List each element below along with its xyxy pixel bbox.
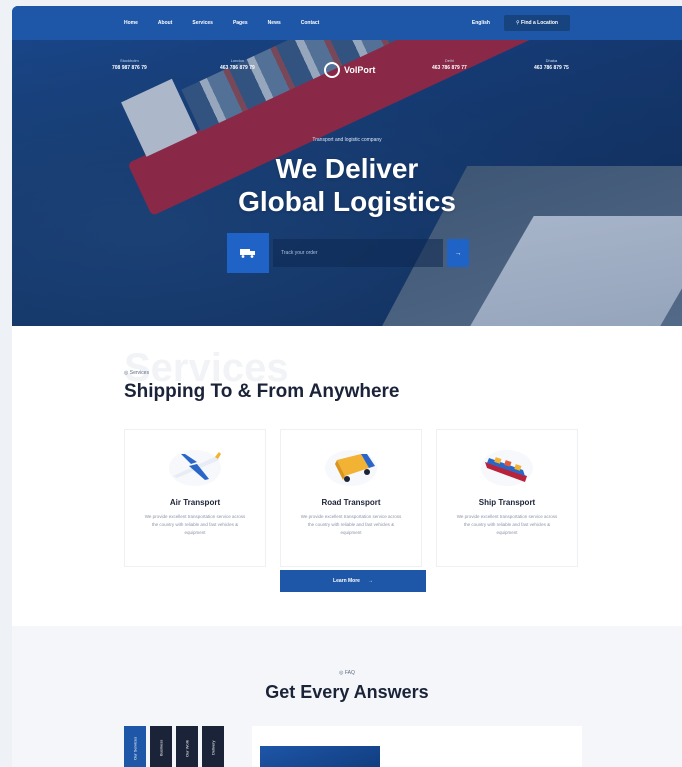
hero-section: Home About Services Pages News Contact E… (12, 6, 682, 326)
tab-delivery[interactable]: Delivery (202, 726, 224, 767)
services-tag-label: Services (129, 370, 149, 376)
contact-number[interactable]: 708 987 876 79 (112, 65, 147, 71)
contact-london: London 463 786 879 79 (220, 58, 255, 71)
contact-dhaka: Dhaka 463 786 879 75 (534, 58, 569, 71)
nav-item-pages[interactable]: Pages (233, 20, 248, 26)
service-card-title: Ship Transport (478, 498, 536, 507)
contact-number[interactable]: 463 786 879 79 (220, 65, 255, 71)
services-section: Services ◎ Services Shipping To & From A… (12, 326, 682, 626)
service-card-ship[interactable]: Ship Transport We provide excellent tran… (436, 429, 578, 567)
contact-stockholm: Stockholm 708 987 876 79 (112, 58, 147, 71)
truck-icon (240, 249, 255, 258)
service-card-road[interactable]: Road Transport We provide excellent tran… (280, 429, 422, 567)
contact-label: Stockholm (120, 58, 139, 63)
faq-panel-image (260, 746, 380, 767)
faq-section: ◎ FAQ Get Every Answers Our Services Bus… (12, 626, 682, 767)
contact-delhi: Delhi 463 786 879 77 (432, 58, 467, 71)
nav-item-home[interactable]: Home (124, 20, 138, 26)
service-card-desc: We provide excellent transportation serv… (300, 514, 402, 535)
language-selector[interactable]: English (472, 20, 490, 26)
logo-name: VolPort (344, 65, 376, 75)
hero-eyebrow: Transport and logistic company (312, 137, 382, 143)
contact-number[interactable]: 463 786 879 77 (432, 65, 467, 71)
faq-title: Get Every Answers (265, 682, 429, 702)
nav-menu: Home About Services Pages News Contact (124, 20, 319, 26)
service-card-air[interactable]: Air Transport We provide excellent trans… (124, 429, 266, 567)
tab-our-services[interactable]: Our Services (124, 726, 146, 767)
page-frame: Home About Services Pages News Contact E… (12, 6, 682, 767)
track-submit-button[interactable]: → (447, 239, 469, 267)
faq-tag-label: FAQ (344, 670, 355, 676)
tab-business[interactable]: Business (150, 726, 172, 767)
find-location-button[interactable]: ⚲ Find a Location (503, 15, 570, 31)
faq-tag: ◎ FAQ (12, 670, 682, 676)
truck-illustration-icon (321, 446, 381, 488)
service-card-title: Road Transport (321, 498, 381, 507)
faq-tabs: Our Services Business Our Work Delivery (124, 726, 224, 767)
contact-label: London (230, 58, 245, 63)
track-order-input[interactable]: Track your order (273, 239, 443, 267)
contact-label: Dhaka (545, 58, 558, 63)
find-location-label: Find a Location (521, 20, 558, 26)
hero-headline-line2: Global Logistics (238, 186, 456, 217)
airplane-icon (165, 446, 225, 488)
hero-headline-line1: We Deliver (275, 153, 419, 184)
learn-more-label: Learn More (333, 578, 360, 584)
learn-more-button[interactable]: Learn More → (280, 570, 426, 592)
services-tag: ◎ Services (124, 370, 149, 376)
truck-button[interactable] (227, 233, 269, 273)
arrow-right-icon: → (367, 578, 373, 584)
hero-headline: We Deliver Global Logistics (12, 152, 682, 218)
tab-our-work[interactable]: Our Work (176, 726, 198, 767)
site-logo[interactable]: VolPort (324, 62, 375, 78)
contact-number[interactable]: 463 786 879 75 (534, 65, 569, 71)
nav-item-about[interactable]: About (158, 20, 172, 26)
service-card-title: Air Transport (169, 498, 221, 507)
faq-panel (252, 726, 582, 767)
contact-label: Delhi (444, 58, 454, 63)
logo-globe-icon (324, 62, 340, 78)
nav-right: English ⚲ Find a Location (472, 15, 570, 31)
nav-item-contact[interactable]: Contact (301, 20, 320, 26)
service-card-desc: We provide excellent transportation serv… (144, 514, 246, 535)
track-order-form: Track your order → (227, 233, 481, 273)
top-navigation: Home About Services Pages News Contact E… (12, 6, 682, 40)
arrow-right-icon: → (454, 249, 462, 257)
services-title: Shipping To & From Anywhere (124, 381, 400, 402)
nav-item-news[interactable]: News (268, 20, 281, 26)
ship-icon (477, 446, 537, 488)
nav-item-services[interactable]: Services (192, 20, 213, 26)
service-card-desc: We provide excellent transportation serv… (456, 514, 558, 535)
